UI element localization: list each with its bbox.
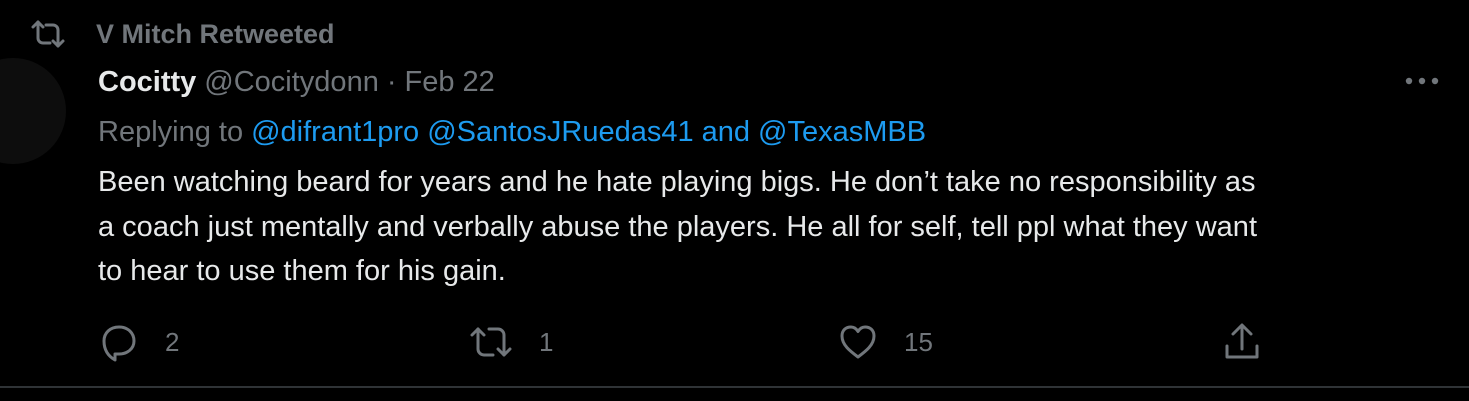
like-button[interactable]: 15 bbox=[838, 318, 933, 366]
tweet-divider bbox=[0, 386, 1469, 388]
mention-link-difrant1pro[interactable]: @difrant1pro bbox=[251, 116, 419, 149]
header-separator: · bbox=[386, 65, 397, 98]
retweet-context: V Mitch Retweeted bbox=[30, 14, 335, 54]
share-icon bbox=[1222, 322, 1262, 362]
replying-conjunction[interactable]: and bbox=[702, 116, 750, 149]
tweet-text: Been watching beard for years and he hat… bbox=[98, 160, 1448, 294]
replying-to: Replying to @difrant1pro @SantosJRuedas4… bbox=[98, 112, 926, 152]
tweet-date[interactable]: Feb 22 bbox=[405, 66, 495, 99]
retweet-icon bbox=[469, 322, 513, 362]
tweet-actions: 2 1 15 bbox=[0, 318, 1469, 366]
retweet-context-icon bbox=[30, 19, 66, 49]
replying-prefix: Replying to bbox=[98, 115, 244, 148]
reply-count: 2 bbox=[165, 326, 180, 357]
more-options-button[interactable] bbox=[1400, 66, 1444, 98]
share-button[interactable] bbox=[1222, 318, 1262, 366]
tweet-text-line: to hear to use them for his gain. bbox=[98, 255, 506, 287]
tweet-text-line: Been watching beard for years and he hat… bbox=[98, 166, 1256, 198]
display-name[interactable]: Cocitty bbox=[98, 66, 196, 99]
like-count: 15 bbox=[904, 326, 933, 357]
reply-button[interactable]: 2 bbox=[99, 318, 179, 366]
retweet-count: 1 bbox=[539, 326, 554, 357]
tweet-text-line: a coach just mentally and verbally abuse… bbox=[98, 210, 1257, 243]
mention-link-texasmbb[interactable]: @TexasMBB bbox=[758, 116, 926, 149]
reply-icon bbox=[99, 322, 139, 362]
tweet-header: Cocitty @Cocitydonn · Feb 22 bbox=[98, 62, 495, 102]
tweet[interactable]: V Mitch Retweeted Cocitty @Cocitydonn · … bbox=[0, 0, 1469, 386]
avatar[interactable] bbox=[0, 58, 66, 164]
user-handle[interactable]: @Cocitydonn bbox=[204, 66, 379, 99]
heart-icon bbox=[838, 322, 878, 362]
retweet-context-label[interactable]: V Mitch Retweeted bbox=[96, 19, 335, 50]
mention-link-santosjruedas41[interactable]: @SantosJRuedas41 bbox=[427, 116, 693, 149]
more-dots-icon bbox=[1404, 73, 1440, 91]
retweet-button[interactable]: 1 bbox=[469, 318, 553, 366]
